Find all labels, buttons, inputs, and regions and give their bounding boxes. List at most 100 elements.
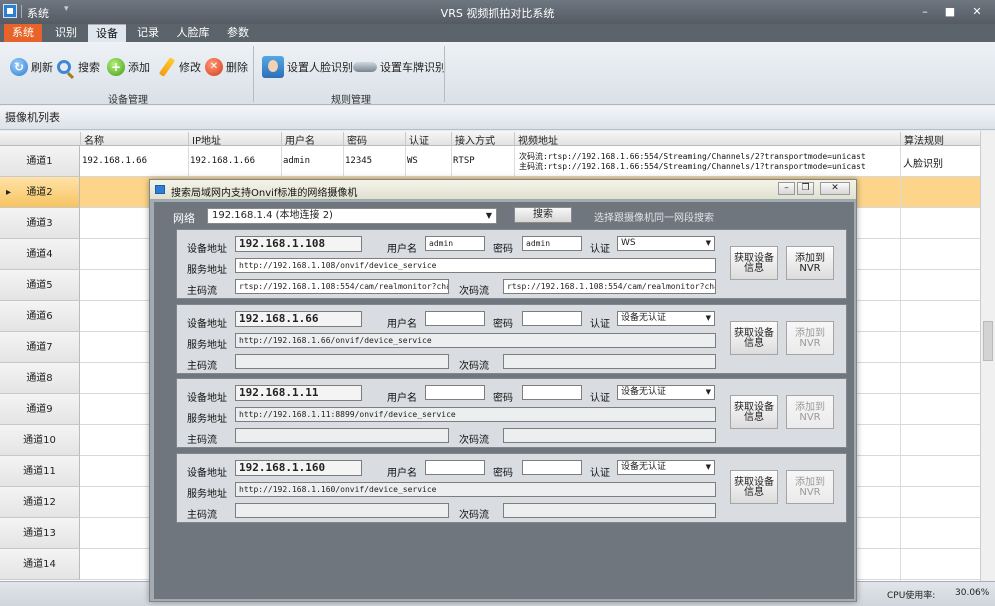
main-stream-field[interactable]: rtsp://192.168.1.108:554/cam/realmonitor… (235, 279, 449, 294)
sub-stream-field[interactable] (503, 428, 716, 443)
get-device-info-button[interactable]: 获取设备信息 (730, 246, 778, 280)
add-to-nvr-button[interactable]: 添加到NVR (786, 470, 834, 504)
col-name[interactable]: 名称 (80, 132, 188, 147)
sub-stream-field[interactable]: rtsp://192.168.1.108:554/cam/realmonitor… (503, 279, 716, 294)
refresh-button[interactable]: 刷新 (10, 56, 53, 78)
search-button[interactable]: 搜索 (57, 56, 100, 78)
device-ip-field[interactable]: 192.168.1.66 (235, 311, 362, 327)
col-video-url[interactable]: 视频地址 (514, 132, 900, 147)
password-input[interactable] (522, 460, 582, 475)
row-header[interactable]: 通道8 (0, 363, 80, 394)
col-rule[interactable]: 算法规则 (900, 132, 980, 147)
get-device-info-button[interactable]: 获取设备信息 (730, 321, 778, 355)
set-face-recognition-button[interactable]: 设置人脸识别 (262, 56, 353, 78)
password-label: 密码 (493, 393, 513, 404)
row-header[interactable]: 通道2 ▸ (0, 177, 80, 208)
tab-recognition[interactable]: 识别 (48, 24, 84, 42)
group-device-management: 设备管理 (108, 95, 148, 106)
service-address-field[interactable]: http://192.168.1.11:8899/onvif/device_se… (235, 407, 716, 422)
dialog-restore-button[interactable]: ❐ (797, 182, 814, 195)
row1-ip[interactable]: 192.168.1.66 (190, 156, 255, 166)
row-header[interactable]: 通道1 (0, 146, 80, 177)
minimize-button[interactable]: – (915, 4, 935, 20)
refresh-icon (10, 58, 28, 76)
tab-device[interactable]: 设备 (88, 24, 126, 42)
row1-user[interactable]: admin (283, 156, 310, 166)
password-input[interactable]: admin (522, 236, 582, 251)
delete-button[interactable]: 删除 (205, 56, 248, 78)
current-row-arrow-icon: ▸ (6, 187, 12, 198)
row-header[interactable]: 通道4 (0, 239, 80, 270)
username-input[interactable] (425, 311, 485, 326)
sub-stream-label: 次码流 (459, 361, 489, 372)
get-device-info-button[interactable]: 获取设备信息 (730, 470, 778, 504)
dialog-title: 搜索局域网内支持Onvif标准的网络摄像机 (171, 188, 358, 199)
row-header[interactable]: 通道10 (0, 425, 80, 456)
col-auth[interactable]: 认证 (405, 132, 451, 147)
username-input[interactable] (425, 385, 485, 400)
service-address-field[interactable]: http://192.168.1.108/onvif/device_servic… (235, 258, 716, 273)
auth-select[interactable]: 设备无认证 ▼ (617, 385, 715, 400)
main-stream-field[interactable] (235, 428, 449, 443)
auth-label: 认证 (590, 244, 610, 255)
main-stream-field[interactable] (235, 503, 449, 518)
password-input[interactable] (522, 385, 582, 400)
add-to-nvr-button[interactable]: 添加到NVR (786, 246, 834, 280)
auth-select[interactable]: 设备无认证 ▼ (617, 460, 715, 475)
main-stream-field[interactable] (235, 354, 449, 369)
sub-stream-field[interactable] (503, 354, 716, 369)
row1-main-stream[interactable]: 主码流:rtsp://192.168.1.66:554/Streaming/Ch… (519, 161, 866, 172)
scrollbar-thumb[interactable] (983, 321, 993, 361)
dialog-close-button[interactable]: ✕ (820, 182, 850, 195)
row-header[interactable]: 通道3 (0, 208, 80, 239)
row1-password[interactable]: 12345 (345, 156, 372, 166)
password-input[interactable] (522, 311, 582, 326)
add-button[interactable]: 添加 (107, 56, 150, 78)
onvif-search-dialog: 搜索局域网内支持Onvif标准的网络摄像机 – ❐ ✕ 网络 192.168.1… (149, 179, 857, 602)
username-input[interactable]: admin (425, 236, 485, 251)
set-plate-recognition-button[interactable]: 设置车牌识别 (353, 56, 446, 78)
tab-records[interactable]: 记录 (130, 24, 166, 42)
row-header[interactable]: 通道6 (0, 301, 80, 332)
auth-select[interactable]: WS ▼ (617, 236, 715, 251)
tab-face-library[interactable]: 人脸库 (170, 24, 216, 42)
sub-stream-field[interactable] (503, 503, 716, 518)
network-select[interactable]: 192.168.1.4 (本地连接 2) ▼ (207, 208, 497, 224)
col-access[interactable]: 接入方式 (451, 132, 514, 147)
row1-rule[interactable]: 人脸识别 (903, 155, 943, 170)
tab-parameters[interactable]: 参数 (220, 24, 256, 42)
maximize-button[interactable]: ■ (940, 4, 960, 20)
row-header[interactable]: 通道11 (0, 456, 80, 487)
username-input[interactable] (425, 460, 485, 475)
row-header[interactable]: 通道12 (0, 487, 80, 518)
device-card: 设备地址 192.168.1.66 用户名 密码 认证 设备无认证 ▼ 服务地址 http://… (176, 304, 847, 374)
add-to-nvr-button[interactable]: 添加到NVR (786, 321, 834, 355)
edit-button[interactable]: 修改 (158, 56, 201, 78)
auth-select[interactable]: 设备无认证 ▼ (617, 311, 715, 326)
row1-access[interactable]: RTSP (453, 156, 475, 166)
row-header[interactable]: 通道9 (0, 394, 80, 425)
grid-line (900, 146, 901, 581)
service-address-field[interactable]: http://192.168.1.160/onvif/device_servic… (235, 482, 716, 497)
dialog-minimize-button[interactable]: – (778, 182, 795, 195)
get-device-info-button[interactable]: 获取设备信息 (730, 395, 778, 429)
row1-auth[interactable]: WS (407, 156, 418, 166)
tab-system[interactable]: 系统 (4, 24, 42, 42)
row1-name[interactable]: 192.168.1.66 (82, 156, 147, 166)
row-header[interactable]: 通道14 (0, 549, 80, 580)
col-ip[interactable]: IP地址 (188, 132, 281, 147)
col-password[interactable]: 密码 (343, 132, 405, 147)
service-address-field[interactable]: http://192.168.1.66/onvif/device_service (235, 333, 716, 348)
device-ip-field[interactable]: 192.168.1.108 (235, 236, 362, 252)
row-header[interactable]: 通道13 (0, 518, 80, 549)
row-header[interactable]: 通道5 (0, 270, 80, 301)
row-header[interactable]: 通道7 (0, 332, 80, 363)
grid-scrollbar[interactable] (980, 131, 995, 581)
col-username[interactable]: 用户名 (281, 132, 343, 147)
dialog-title-bar[interactable]: 搜索局域网内支持Onvif标准的网络摄像机 – ❐ ✕ (150, 180, 856, 200)
close-button[interactable]: ✕ (967, 4, 987, 20)
device-ip-field[interactable]: 192.168.1.160 (235, 460, 362, 476)
dialog-search-button[interactable]: 搜索 (514, 207, 572, 223)
device-ip-field[interactable]: 192.168.1.11 (235, 385, 362, 401)
add-to-nvr-button[interactable]: 添加到NVR (786, 395, 834, 429)
